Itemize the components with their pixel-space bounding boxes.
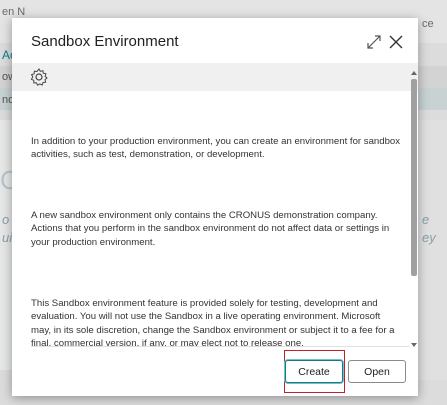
intro-paragraph: In addition to your production environme… — [31, 136, 401, 161]
background-text: en N — [2, 6, 26, 18]
sandbox-dialog: Sandbox Environment In addition to your … — [12, 18, 418, 396]
gear-icon[interactable] — [29, 67, 49, 87]
background-panel — [418, 120, 447, 380]
background-text: ce — [422, 18, 434, 30]
scrollbar-thumb[interactable] — [411, 79, 417, 276]
dialog-title: Sandbox Environment — [31, 33, 179, 50]
content-scrollbar[interactable] — [410, 69, 418, 347]
close-icon[interactable] — [387, 33, 405, 51]
scroll-up-icon[interactable] — [411, 71, 417, 75]
open-button[interactable]: Open — [348, 360, 406, 383]
dialog-content: In addition to your production environme… — [12, 91, 409, 346]
background-text: ui — [2, 230, 13, 245]
sandbox-paragraph: A new sandbox environment only contains … — [31, 210, 390, 248]
dialog-toolbar — [12, 63, 418, 91]
background-panel — [0, 120, 12, 370]
background-text: e — [422, 212, 430, 227]
create-button[interactable]: Create — [285, 360, 343, 383]
background-text: o — [2, 212, 10, 227]
terms-paragraph: This Sandbox environment feature is prov… — [31, 298, 395, 346]
footer-divider — [31, 346, 410, 347]
scroll-down-icon[interactable] — [411, 343, 417, 347]
expand-icon[interactable] — [365, 33, 383, 51]
background-text: ey — [422, 230, 436, 245]
